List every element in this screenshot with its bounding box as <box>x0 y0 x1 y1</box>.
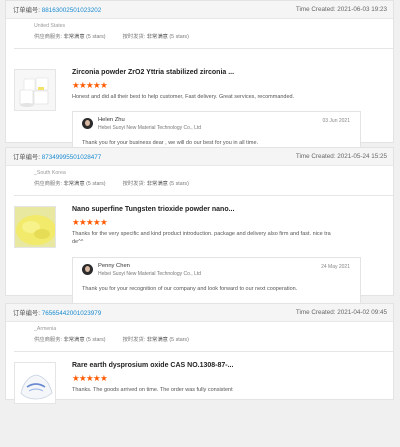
on-time-shipping-value: 非常满意 <box>146 34 168 40</box>
review-text: Thanks. The goods arrived on time. The o… <box>72 387 233 393</box>
product-title[interactable]: Zirconia powder ZrO2 Yttria stabilized z… <box>72 69 234 76</box>
review-text-line: Thanks for the very specific and kind pr… <box>72 231 331 237</box>
buyer-country: _Armenia <box>34 326 57 332</box>
review-text-line: de^^ <box>72 239 84 245</box>
product-title[interactable]: Nano superfine Tungsten trioxide powder … <box>72 206 234 213</box>
order-card: 订单编号: 88163002501023202 Time Created: 20… <box>5 0 394 158</box>
buyer-info: _Armenia 供应商服务: 非常满意 (5 stars) 按时发货: 非常满… <box>6 322 393 351</box>
supplier-service-value: 非常满意 <box>63 337 85 343</box>
order-number-link[interactable]: 76565442001023979 <box>42 310 102 317</box>
on-time-shipping-label: 按时发货: <box>122 181 146 187</box>
order-header: 订单编号: 88163002501023202 Time Created: 20… <box>6 1 393 19</box>
order-header: 订单编号: 87349995501028477 Time Created: 20… <box>6 148 393 166</box>
time-created-value: 2021-06-03 19:23 <box>337 6 387 13</box>
avatar <box>82 118 93 129</box>
reply-date: 24 May 2021 <box>321 264 350 270</box>
review-text: Honest and did all their best to help cu… <box>72 94 295 100</box>
on-time-shipping-value: 非常满意 <box>146 181 168 187</box>
on-time-shipping-label: 按时发货: <box>122 337 146 343</box>
order-header: 订单编号: 76565442001023979 Time Created: 20… <box>6 304 393 322</box>
reply-company: Hebei Suoyi New Material Technology Co.,… <box>98 125 202 131</box>
product-image[interactable] <box>14 206 56 248</box>
on-time-shipping-stars: (5 stars) <box>169 181 189 187</box>
star-rating: ★★★★★ <box>72 80 108 90</box>
time-created-label: Time Created: <box>295 153 336 160</box>
order-number-link[interactable]: 88163002501023202 <box>42 7 102 14</box>
order-card: 订单编号: 76565442001023979 Time Created: 20… <box>5 303 394 404</box>
product-title[interactable]: Rare earth dysprosium oxide CAS NO.1308-… <box>72 362 233 369</box>
reply-text: Thank you for your business dear , we wi… <box>82 140 259 146</box>
time-created-label: Time Created: <box>295 309 336 316</box>
product-image[interactable] <box>14 69 56 111</box>
reply-name: Penny Chen <box>98 263 130 269</box>
buyer-info: United States 供应商服务: 非常满意 (5 stars) 按时发货… <box>6 19 393 48</box>
supplier-service-stars: (5 stars) <box>86 181 106 187</box>
order-number-label: 订单编号: <box>13 154 40 161</box>
time-created-value: 2021-05-24 15:25 <box>337 153 387 160</box>
supplier-service-label: 供应商服务: <box>34 34 62 40</box>
supplier-service-label: 供应商服务: <box>34 337 62 343</box>
reply-company: Hebei Suoyi New Material Technology Co.,… <box>98 271 202 277</box>
reply-name: Helen Zhu <box>98 117 125 123</box>
star-rating: ★★★★★ <box>72 373 108 383</box>
supplier-service-value: 非常满意 <box>63 181 85 187</box>
review-text: Thanks for the very specific and kind pr… <box>72 230 372 246</box>
time-created-value: 2021-04-02 09:45 <box>337 309 387 316</box>
supplier-service-stars: (5 stars) <box>86 34 106 40</box>
order-number-link[interactable]: 87349995501028477 <box>42 154 102 161</box>
order-card: 订单编号: 87349995501028477 Time Created: 20… <box>5 147 394 304</box>
rating-line: 供应商服务: 非常满意 (5 stars) 按时发货: 非常满意 (5 star… <box>34 32 393 40</box>
on-time-shipping-value: 非常满意 <box>146 337 168 343</box>
order-number-label: 订单编号: <box>13 310 40 317</box>
avatar <box>82 264 93 275</box>
rating-line: 供应商服务: 非常满意 (5 stars) 按时发货: 非常满意 (5 star… <box>34 335 393 343</box>
buyer-info: _South Korea 供应商服务: 非常满意 (5 stars) 按时发货:… <box>6 166 393 195</box>
supplier-reply: Penny Chen Hebei Suoyi New Material Tech… <box>72 257 361 304</box>
on-time-shipping-label: 按时发货: <box>122 34 146 40</box>
on-time-shipping-stars: (5 stars) <box>169 34 189 40</box>
rating-line: 供应商服务: 非常满意 (5 stars) 按时发货: 非常满意 (5 star… <box>34 179 393 187</box>
buyer-country: _South Korea <box>34 170 66 176</box>
on-time-shipping-stars: (5 stars) <box>169 337 189 343</box>
reply-text: Thank you for your recognition of our co… <box>82 286 298 292</box>
order-number-label: 订单编号: <box>13 7 40 14</box>
star-rating: ★★★★★ <box>72 217 108 227</box>
supplier-service-stars: (5 stars) <box>86 337 106 343</box>
supplier-service-label: 供应商服务: <box>34 181 62 187</box>
supplier-service-value: 非常满意 <box>63 34 85 40</box>
reply-date: 03 Jun 2021 <box>322 118 350 124</box>
product-image[interactable] <box>14 362 56 404</box>
time-created-label: Time Created: <box>295 6 336 13</box>
buyer-country: United States <box>34 23 66 29</box>
